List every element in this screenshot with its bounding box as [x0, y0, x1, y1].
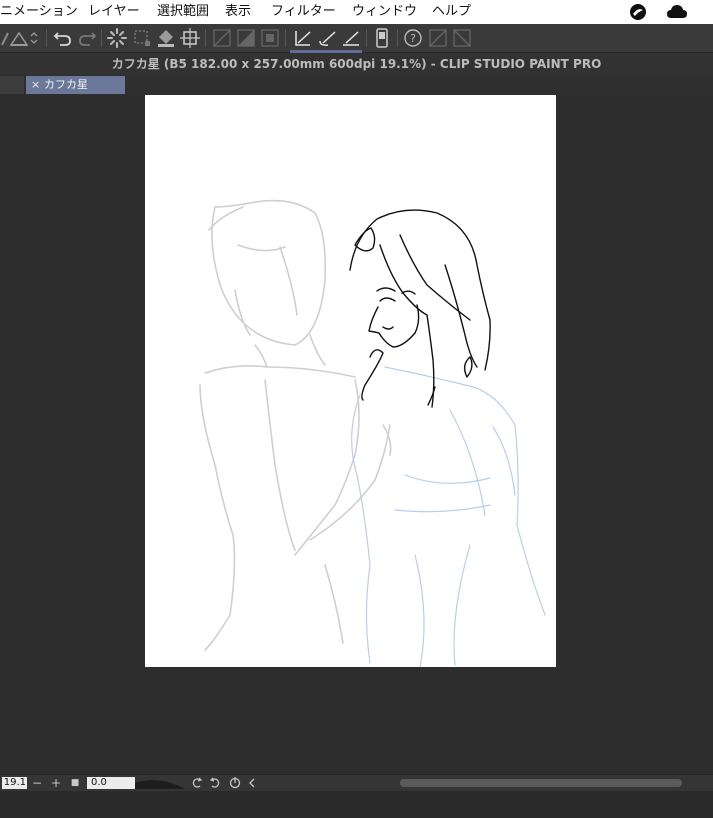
snap-ruler-icon[interactable] [292, 27, 314, 49]
menu-selection[interactable]: 選択範囲 [157, 0, 209, 24]
chevron-updown-icon[interactable] [28, 27, 40, 49]
command-bar: ? [0, 24, 713, 74]
loading-icon[interactable] [106, 27, 128, 49]
snap-frame-icon[interactable] [259, 27, 281, 49]
rotate-right-icon[interactable] [208, 775, 222, 791]
transform-icon[interactable] [131, 27, 153, 49]
tab-label: カフカ星 [44, 78, 88, 91]
zoom-out-button[interactable]: − [30, 775, 44, 791]
cloud-icon[interactable] [666, 3, 688, 21]
window-title: カフカ星 (B5 182.00 x 257.00mm 600dpi 19.1%)… [0, 53, 713, 75]
zoom-input[interactable]: 19.1 [2, 777, 27, 789]
tab-bar: × カフカ星 [0, 75, 713, 95]
menu-bar: ニメーション レイヤー 選択範囲 表示 フィルター ウィンドウ ヘルプ [0, 0, 713, 24]
rotate-left-icon[interactable] [190, 775, 204, 791]
zoom-in-button[interactable]: + [49, 775, 63, 791]
horizontal-scrollbar[interactable] [400, 779, 682, 787]
snap-off-icon[interactable] [211, 27, 233, 49]
sketch-drawing [199, 199, 546, 668]
rotation-input[interactable]: 0.0 [87, 777, 135, 789]
tab-close-icon[interactable]: × [31, 76, 40, 94]
fill-icon[interactable] [155, 27, 177, 49]
rotation-slider[interactable] [135, 777, 185, 789]
bottom-panel [0, 791, 713, 818]
companion-icon[interactable] [629, 3, 647, 21]
menu-window[interactable]: ウィンドウ [352, 0, 417, 24]
snap-extra2-icon[interactable] [451, 27, 473, 49]
canvas-paper[interactable] [145, 95, 556, 668]
menu-layer[interactable]: レイヤー [88, 0, 140, 24]
tablet-icon[interactable] [371, 27, 393, 49]
crop-icon[interactable] [179, 27, 201, 49]
snap-curve-icon[interactable] [316, 27, 338, 49]
menu-help[interactable]: ヘルプ [432, 0, 471, 24]
snap-extra-icon[interactable] [427, 27, 449, 49]
chevron-left-icon[interactable] [246, 775, 258, 791]
tab-previous[interactable] [0, 76, 24, 94]
snap-line-icon[interactable] [340, 27, 362, 49]
menu-animation[interactable]: ニメーション [0, 0, 78, 24]
menu-filter[interactable]: フィルター [271, 0, 336, 24]
svg-text:?: ? [410, 32, 416, 45]
snap-grid-icon[interactable] [235, 27, 257, 49]
status-bar: 19.1 − + ■ 0.0 [0, 774, 713, 791]
menu-view[interactable]: 表示 [225, 0, 251, 24]
redo-icon[interactable] [76, 27, 98, 49]
help-icon[interactable]: ? [402, 27, 424, 49]
undo-icon[interactable] [52, 27, 74, 49]
tab-kafka[interactable]: × カフカ星 [26, 76, 125, 94]
fit-button[interactable]: ■ [68, 775, 82, 791]
reset-rotation-icon[interactable] [228, 775, 242, 791]
ruler-icon[interactable] [8, 27, 30, 49]
